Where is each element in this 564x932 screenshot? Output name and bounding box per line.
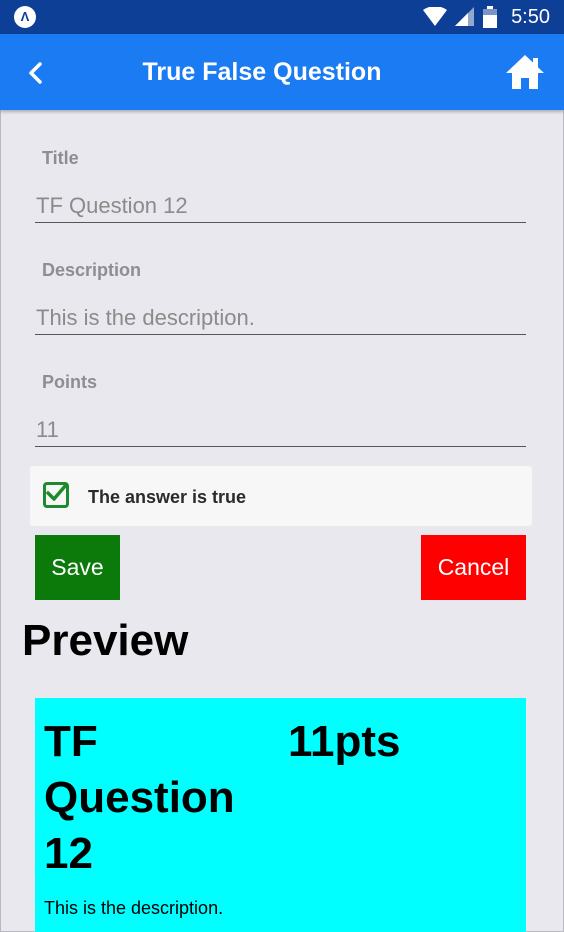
points-input[interactable] <box>35 413 526 447</box>
status-icons: 5:50 <box>423 4 550 30</box>
preview-card-points: 11pts <box>288 717 401 766</box>
description-label: Description <box>42 260 142 280</box>
checkmark-icon <box>46 483 67 501</box>
status-bar: Λ 5:50 <box>0 0 564 34</box>
title-input[interactable] <box>35 189 526 223</box>
title-label: Title <box>42 148 79 168</box>
preview-heading: Preview <box>22 616 189 665</box>
wifi-icon <box>423 7 448 26</box>
answer-true-label: The answer is true <box>88 487 247 507</box>
description-input[interactable] <box>35 301 526 335</box>
preview-card-description: This is the description. <box>44 898 224 918</box>
cell-signal-icon <box>455 7 475 26</box>
app-header: True False Question <box>0 34 564 110</box>
page-title: True False Question <box>142 58 382 86</box>
battery-icon <box>483 6 498 28</box>
points-label: Points <box>42 372 98 392</box>
preview-card: TF Question 12 11pts This is the descrip… <box>35 698 526 932</box>
preview-card-title: TF Question 12 <box>44 717 235 878</box>
cancel-button[interactable]: Cancel <box>421 535 526 600</box>
answer-true-checkbox-row[interactable]: The answer is true <box>30 466 532 526</box>
answer-true-checkbox[interactable] <box>43 482 69 508</box>
status-time: 5:50 <box>511 5 550 28</box>
save-button[interactable]: Save <box>35 535 120 600</box>
home-icon <box>506 55 544 89</box>
expo-logo-icon: Λ <box>14 6 36 28</box>
home-button[interactable] <box>505 53 545 91</box>
